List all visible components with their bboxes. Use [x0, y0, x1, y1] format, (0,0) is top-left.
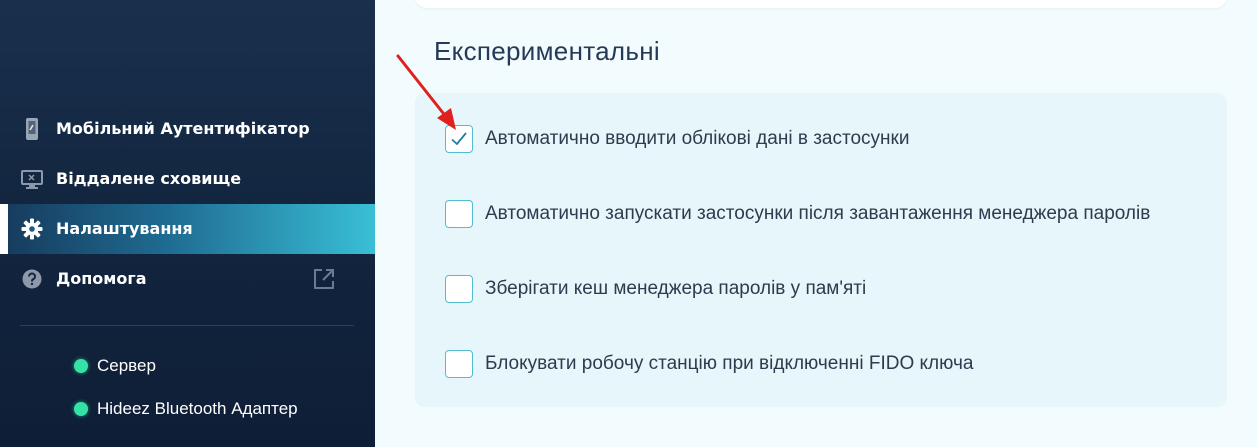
question-icon [20, 267, 44, 291]
option-auto-fill-credentials[interactable]: Автоматично вводити облікові дані в заст… [445, 124, 909, 154]
monitor-icon [20, 167, 44, 191]
gear-icon [20, 217, 44, 241]
checkbox[interactable] [445, 200, 473, 228]
status-bluetooth-adapter: Hideez Bluetooth Адаптер [74, 398, 298, 420]
sidebar-item-label: Налаштування [56, 219, 193, 238]
sidebar-item-label: Мобільний Аутентифікатор [56, 119, 310, 138]
sidebar-divider [20, 325, 354, 326]
phone-key-icon [20, 117, 44, 141]
active-indicator [0, 204, 8, 254]
sidebar: Мобільний Аутентифікатор Віддалене схови… [0, 0, 375, 447]
sidebar-item-settings[interactable]: Налаштування [0, 204, 375, 254]
status-dot [74, 359, 88, 373]
option-cache-in-memory[interactable]: Зберігати кеш менеджера паролів у пам'ят… [445, 274, 866, 304]
option-label: Автоматично вводити облікові дані в заст… [485, 128, 910, 149]
sidebar-item-remote-storage[interactable]: Віддалене сховище [0, 154, 375, 204]
sidebar-item-help[interactable]: Допомога [0, 254, 375, 304]
option-auto-launch-apps[interactable]: Автоматично запускати застосунки після з… [445, 199, 1150, 229]
main-content: Експериментальні Автоматично вводити обл… [375, 0, 1257, 447]
external-link-icon[interactable] [313, 268, 335, 290]
option-label: Зберігати кеш менеджера паролів у пам'ят… [485, 278, 867, 299]
sidebar-item-label: Віддалене сховище [56, 169, 242, 188]
option-label: Блокувати робочу станцію при відключенні… [485, 353, 974, 374]
status-label: Hideez Bluetooth Адаптер [97, 399, 298, 418]
previous-section-card [415, 0, 1227, 8]
checkbox[interactable] [445, 275, 473, 303]
checkbox[interactable] [445, 350, 473, 378]
sidebar-item-mobile-authenticator[interactable]: Мобільний Аутентифікатор [0, 104, 375, 154]
status-server: Сервер [74, 355, 156, 377]
section-title: Експериментальні [434, 36, 660, 66]
option-lock-on-fido-disconnect[interactable]: Блокувати робочу станцію при відключенні… [445, 349, 973, 379]
check-icon [451, 132, 467, 146]
sidebar-item-label: Допомога [56, 269, 147, 288]
option-label: Автоматично запускати застосунки після з… [485, 203, 1151, 224]
status-label: Сервер [97, 356, 156, 375]
experimental-settings-panel: Автоматично вводити облікові дані в заст… [415, 93, 1227, 407]
checkbox[interactable] [445, 125, 473, 153]
status-dot [74, 402, 88, 416]
